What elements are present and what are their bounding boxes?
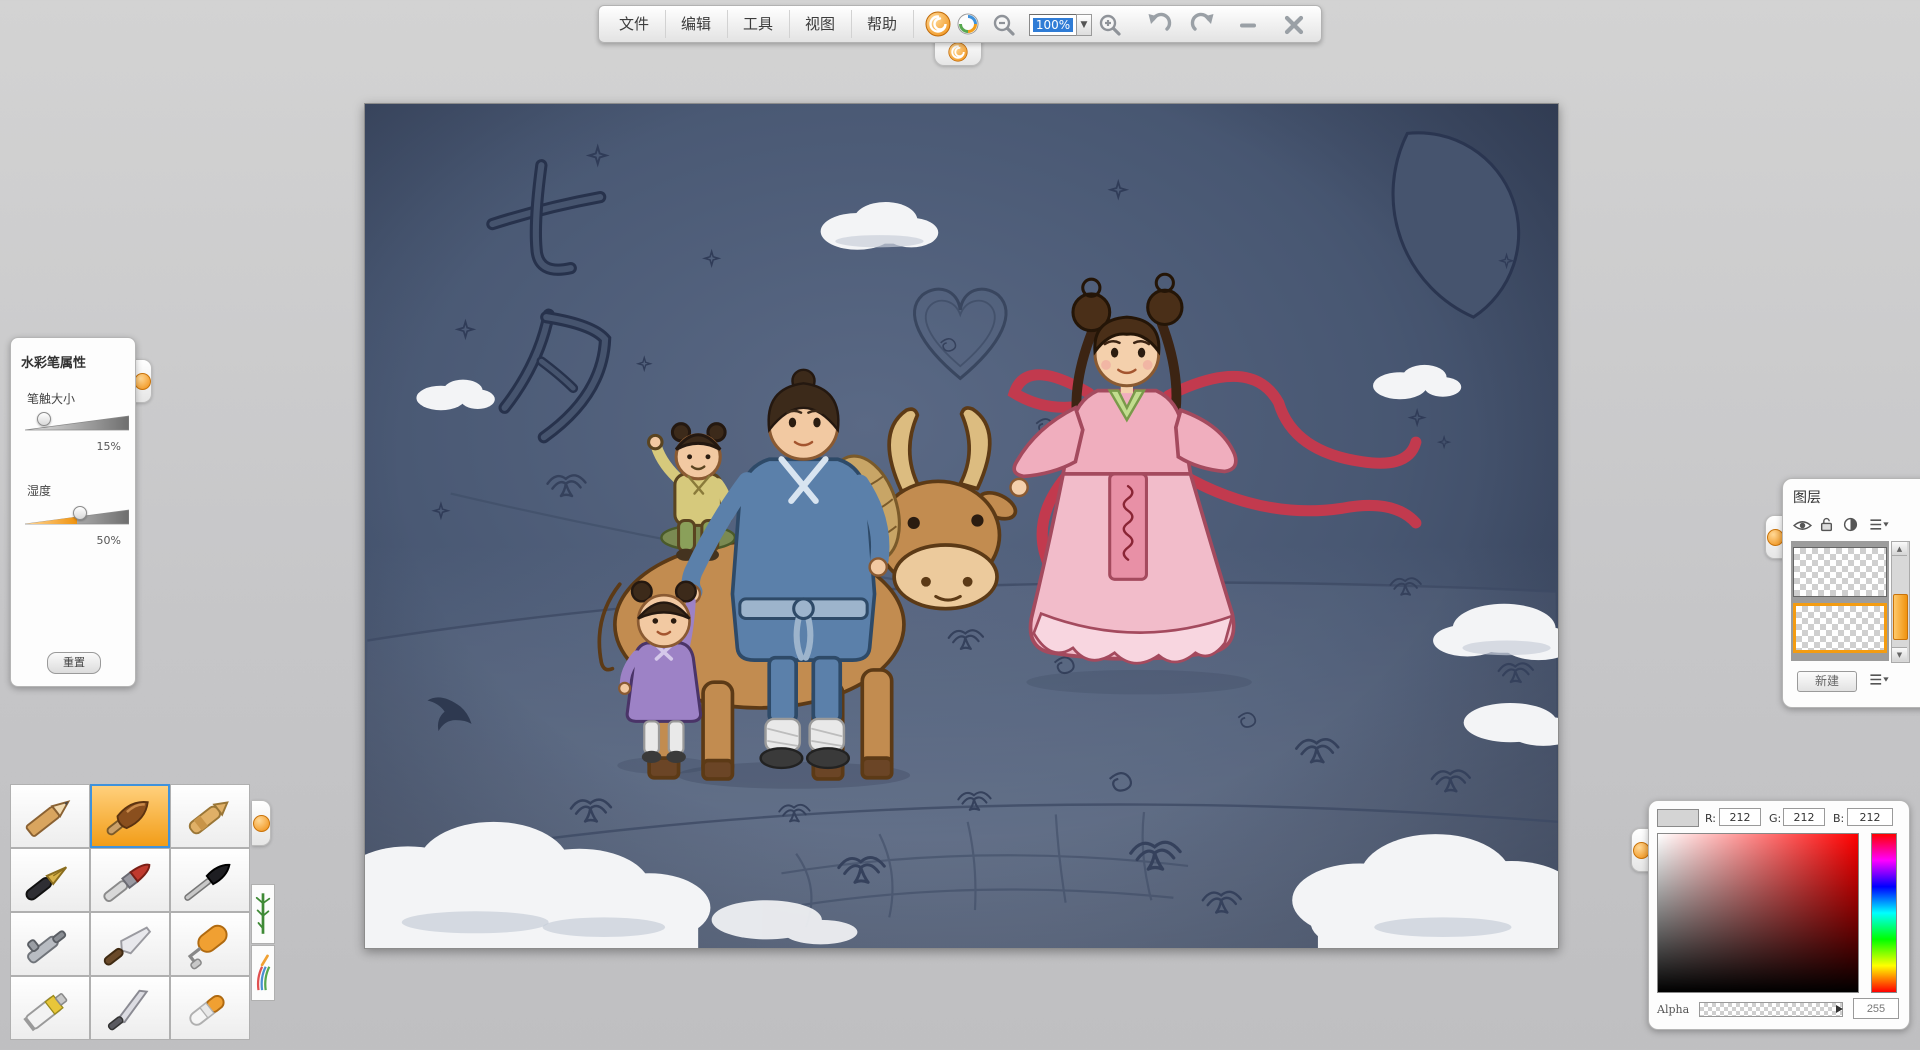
saturation-value-picker[interactable] bbox=[1657, 833, 1859, 993]
layers-panel-title: 图层 bbox=[1793, 487, 1821, 507]
layer-list-scrollbar[interactable]: ▲ ▼ bbox=[1891, 541, 1910, 663]
hue-slider[interactable] bbox=[1871, 833, 1897, 993]
undo-icon bbox=[1145, 11, 1173, 39]
reset-button[interactable]: 重置 bbox=[47, 652, 101, 674]
app-logo-swirl-icon bbox=[948, 42, 968, 62]
panel-handle-dot bbox=[1767, 529, 1784, 546]
panel-handle-dot bbox=[253, 815, 270, 832]
main-toolbar: 文件 编辑 工具 视图 帮助 100% ▼ bbox=[598, 5, 1322, 43]
scrollbar-thumb[interactable] bbox=[1893, 594, 1908, 640]
brush-size-label: 笔触大小 bbox=[27, 390, 75, 407]
paint-canvas[interactable] bbox=[364, 103, 1559, 949]
layer-list-menu-button[interactable] bbox=[1867, 672, 1895, 689]
scroll-up-button[interactable]: ▲ bbox=[1892, 542, 1907, 556]
layer-lock-button[interactable] bbox=[1819, 517, 1839, 533]
zoom-out-icon bbox=[991, 12, 1017, 38]
tool-paint-tube[interactable] bbox=[10, 976, 90, 1040]
color-swirl-button[interactable] bbox=[957, 13, 979, 39]
zoom-dropdown-button[interactable]: ▼ bbox=[1076, 14, 1092, 36]
blue-input[interactable] bbox=[1847, 808, 1893, 826]
layer-options-button[interactable] bbox=[1867, 517, 1893, 533]
tool-palette-tab[interactable] bbox=[252, 800, 271, 846]
tool-ink-brush[interactable] bbox=[170, 848, 250, 912]
tool-airbrush[interactable] bbox=[10, 912, 90, 976]
menu-view[interactable]: 视图 bbox=[789, 10, 852, 38]
rainbow-icon bbox=[254, 949, 272, 997]
red-input[interactable] bbox=[1719, 808, 1761, 826]
panel-handle-dot bbox=[1633, 842, 1650, 859]
minimize-button[interactable] bbox=[1235, 12, 1261, 42]
layer-thumbnail-2-active[interactable] bbox=[1793, 603, 1887, 653]
blue-label: B: bbox=[1833, 812, 1844, 825]
brush-properties-panel: 水彩笔属性 笔触大小 15% 湿度 50% 重置 bbox=[10, 337, 136, 687]
app-logo-swirl-icon bbox=[925, 11, 951, 37]
brush-size-value: 15% bbox=[97, 440, 121, 453]
tool-crayon[interactable] bbox=[170, 784, 250, 848]
lock-icon bbox=[1819, 517, 1834, 532]
tool-bamboo-pen[interactable] bbox=[251, 884, 275, 944]
zoom-level-value: 100% bbox=[1033, 18, 1073, 32]
layer-visibility-button[interactable] bbox=[1793, 517, 1813, 533]
layer-menu-icon bbox=[1867, 672, 1891, 687]
redo-button[interactable] bbox=[1189, 11, 1217, 43]
application-window: 文件 编辑 工具 视图 帮助 100% ▼ bbox=[0, 0, 1920, 1050]
alpha-label: Alpha bbox=[1657, 1003, 1689, 1016]
tool-paint-roller[interactable] bbox=[170, 912, 250, 976]
tool-liner-blade[interactable] bbox=[90, 976, 170, 1040]
color-picker-panel: R: G: B: Alpha bbox=[1648, 800, 1910, 1030]
app-logo-button[interactable] bbox=[925, 11, 951, 41]
redo-icon bbox=[1189, 11, 1217, 39]
close-button[interactable] bbox=[1281, 12, 1307, 42]
layers-panel: 图层 ▲ ▼ 新建 bbox=[1782, 478, 1920, 708]
alpha-input[interactable] bbox=[1853, 998, 1899, 1019]
wetness-label: 湿度 bbox=[27, 482, 51, 499]
artwork bbox=[365, 104, 1558, 948]
layer-thumbnail-1[interactable] bbox=[1793, 547, 1887, 597]
zoom-in-button[interactable] bbox=[1097, 12, 1123, 42]
zoom-out-button[interactable] bbox=[991, 12, 1017, 42]
tool-watercolor-brush[interactable] bbox=[90, 784, 170, 848]
zoom-in-icon bbox=[1097, 12, 1123, 38]
brush-panel-title: 水彩笔属性 bbox=[21, 352, 86, 371]
eye-icon bbox=[1793, 519, 1812, 532]
tool-pastel-stick[interactable] bbox=[170, 976, 250, 1040]
current-color-swatch[interactable] bbox=[1657, 809, 1699, 827]
alpha-slider-handle[interactable] bbox=[1836, 1005, 1843, 1013]
panel-handle-dot bbox=[134, 373, 151, 390]
minimize-icon bbox=[1235, 12, 1261, 38]
red-label: R: bbox=[1705, 812, 1716, 825]
scroll-down-button[interactable]: ▼ bbox=[1892, 647, 1907, 661]
undo-button[interactable] bbox=[1145, 11, 1173, 43]
color-swirl-icon bbox=[957, 13, 979, 35]
tool-rainbow-crayon[interactable] bbox=[251, 945, 275, 1001]
wetness-knob[interactable] bbox=[73, 506, 87, 520]
layer-blend-button[interactable] bbox=[1843, 517, 1863, 533]
close-icon bbox=[1281, 12, 1307, 38]
menu-edit[interactable]: 编辑 bbox=[665, 10, 728, 38]
alpha-slider[interactable] bbox=[1699, 1002, 1843, 1017]
layer-menu-icon bbox=[1867, 517, 1891, 532]
tool-palette bbox=[10, 784, 252, 1040]
menu-tools[interactable]: 工具 bbox=[727, 10, 790, 38]
brush-size-knob[interactable] bbox=[37, 412, 51, 426]
bamboo-icon bbox=[254, 888, 272, 940]
new-layer-button[interactable]: 新建 bbox=[1797, 671, 1857, 692]
tool-paintbrush[interactable] bbox=[90, 848, 170, 912]
tool-palette-knife[interactable] bbox=[90, 912, 170, 976]
layer-list bbox=[1791, 541, 1889, 661]
zoom-level-input[interactable]: 100% bbox=[1029, 14, 1077, 36]
green-input[interactable] bbox=[1783, 808, 1825, 826]
menu-help[interactable]: 帮助 bbox=[851, 10, 914, 38]
tool-fountain-pen[interactable] bbox=[10, 848, 90, 912]
blend-mode-icon bbox=[1843, 517, 1858, 532]
green-label: G: bbox=[1769, 812, 1781, 825]
tool-pencil[interactable] bbox=[10, 784, 90, 848]
wetness-value: 50% bbox=[97, 534, 121, 547]
menu-file[interactable]: 文件 bbox=[603, 10, 666, 38]
